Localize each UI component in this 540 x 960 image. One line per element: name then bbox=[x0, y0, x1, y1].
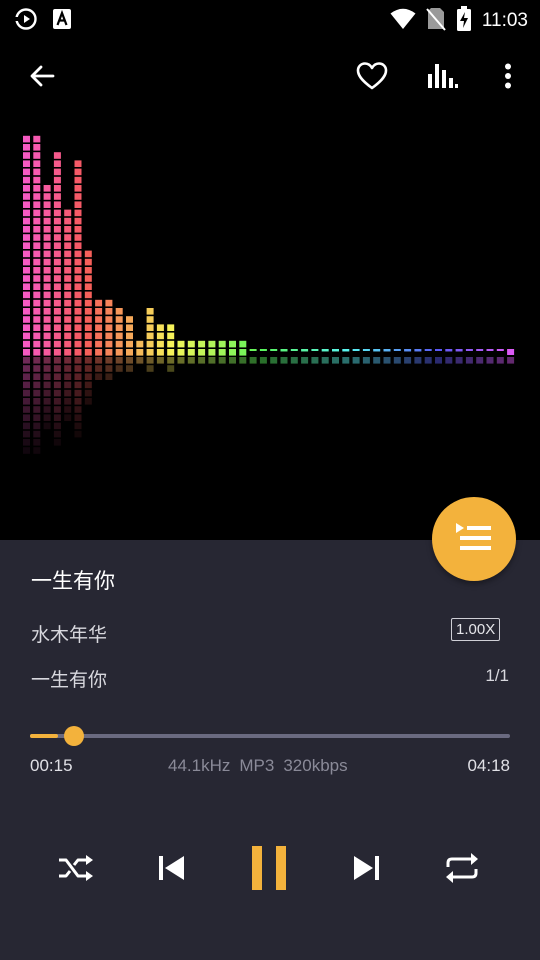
spectrum-bar bbox=[198, 340, 206, 364]
spectrum-bar bbox=[239, 340, 247, 364]
spectrum-bar bbox=[249, 349, 257, 364]
repeat-icon bbox=[443, 851, 481, 889]
spectrum-bar bbox=[229, 340, 236, 364]
wifi-icon bbox=[390, 8, 416, 34]
battery-charging-icon bbox=[456, 6, 472, 36]
file-format: MP3 bbox=[239, 756, 275, 775]
more-vert-icon bbox=[504, 63, 512, 93]
play-pause-button[interactable] bbox=[240, 842, 298, 898]
previous-button[interactable] bbox=[148, 842, 196, 898]
total-time: 04:18 bbox=[467, 756, 510, 775]
spectrum-bar bbox=[352, 349, 360, 364]
spectrum-bar bbox=[64, 209, 72, 421]
spectrum-bar bbox=[414, 349, 422, 364]
spectrum-bar bbox=[74, 160, 82, 438]
seek-progress bbox=[30, 734, 58, 738]
spectrum-bar bbox=[146, 308, 154, 372]
spectrum-bar bbox=[362, 349, 370, 364]
next-icon bbox=[350, 852, 382, 888]
playlist-fab[interactable] bbox=[432, 497, 516, 581]
sample-rate: 44.1kHz bbox=[168, 756, 231, 775]
spectrum-bar bbox=[383, 349, 391, 364]
back-button[interactable] bbox=[16, 52, 68, 104]
spectrum-visualizer bbox=[23, 135, 515, 454]
more-options-button[interactable] bbox=[482, 52, 534, 104]
a-badge-notification-icon bbox=[52, 8, 72, 34]
spectrum-bar bbox=[43, 185, 51, 430]
toolbar bbox=[0, 52, 540, 104]
favorite-button[interactable] bbox=[346, 52, 398, 104]
spectrum-bar bbox=[465, 349, 473, 364]
spectrum-bar bbox=[156, 324, 164, 364]
spectrum-bar bbox=[455, 349, 463, 364]
spectrum-bar bbox=[33, 135, 41, 454]
spectrum-bar bbox=[84, 250, 92, 405]
spectrum-bar bbox=[476, 349, 484, 364]
previous-icon bbox=[156, 852, 188, 888]
seek-bar[interactable] bbox=[30, 726, 510, 746]
spectrum-bar bbox=[507, 349, 515, 364]
album-name: 一生有你 bbox=[31, 669, 108, 691]
spectrum-bar bbox=[424, 349, 432, 364]
spectrum-bar bbox=[496, 349, 504, 364]
shuffle-button[interactable] bbox=[52, 842, 100, 898]
clock: 11:03 bbox=[481, 10, 528, 31]
shuffle-icon bbox=[56, 852, 96, 888]
spectrum-bar bbox=[373, 349, 381, 364]
seek-thumb[interactable] bbox=[63, 726, 84, 746]
spectrum-bar bbox=[270, 349, 278, 364]
spectrum-bar bbox=[136, 340, 144, 364]
spectrum-bar bbox=[486, 349, 494, 364]
spectrum-bar bbox=[332, 349, 339, 364]
spectrum-bar bbox=[187, 340, 195, 364]
playlist-icon bbox=[454, 521, 494, 557]
spectrum-bar bbox=[435, 349, 442, 364]
spectrum-bar bbox=[393, 349, 401, 364]
spectrum-bar bbox=[23, 135, 30, 454]
no-sim-icon bbox=[426, 7, 446, 35]
spectrum-bar bbox=[321, 349, 329, 364]
spectrum-bar bbox=[259, 349, 267, 364]
heart-icon bbox=[356, 61, 388, 95]
next-button[interactable] bbox=[342, 842, 390, 898]
artist-name: 水木年华 bbox=[31, 624, 108, 646]
spectrum-bar bbox=[301, 349, 309, 364]
bitrate: 320kbps bbox=[283, 756, 348, 775]
current-time: 00:15 bbox=[30, 756, 73, 775]
spectrum-bar bbox=[280, 349, 288, 364]
spectrum-bar bbox=[445, 349, 453, 364]
spectrum-bar bbox=[342, 349, 350, 364]
track-count: 1/1 bbox=[485, 666, 509, 685]
equalizer-button[interactable] bbox=[417, 52, 469, 104]
spectrum-bar bbox=[53, 152, 61, 446]
status-left bbox=[14, 7, 72, 35]
spectrum-bar bbox=[311, 349, 319, 364]
status-bar: 11:03 bbox=[0, 0, 540, 38]
back-arrow-icon bbox=[28, 62, 56, 94]
music-player-notification-icon bbox=[14, 7, 38, 35]
equalizer-icon bbox=[427, 62, 459, 94]
seek-track bbox=[30, 734, 510, 738]
playback-speed-button[interactable]: 1.00X bbox=[451, 618, 501, 641]
spectrum-bar bbox=[290, 349, 298, 364]
audio-format-info: 44.1kHz MP3 320kbps bbox=[168, 756, 348, 776]
spectrum-bar bbox=[126, 316, 133, 372]
repeat-button[interactable] bbox=[438, 842, 486, 898]
pause-icon bbox=[250, 845, 288, 895]
spectrum-bar bbox=[105, 299, 113, 380]
spectrum-bar bbox=[218, 340, 226, 364]
spectrum-bar bbox=[115, 308, 123, 372]
status-right: 11:03 bbox=[390, 6, 528, 36]
spectrum-bar bbox=[208, 340, 216, 364]
spectrum-bar bbox=[167, 324, 175, 372]
spectrum-bar bbox=[95, 299, 103, 380]
song-title: 一生有你 bbox=[31, 569, 115, 593]
spectrum-bar bbox=[177, 340, 185, 364]
spectrum-bar bbox=[404, 349, 412, 364]
